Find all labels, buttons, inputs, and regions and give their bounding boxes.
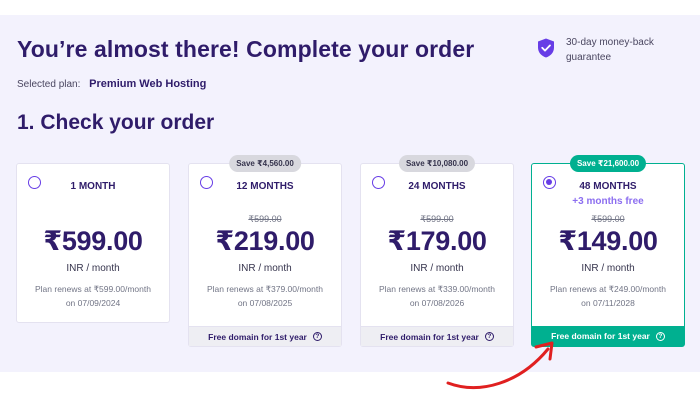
question-circle-icon[interactable]: ? [312, 332, 322, 341]
section-title: 1. Check your order [17, 111, 215, 134]
plan-duration: 1 MONTH [70, 181, 116, 192]
curved-arrow-annotation [446, 341, 554, 390]
free-domain-label: Free domain for 1st year [208, 331, 307, 342]
guarantee-text: 30-day money-back guarantee [566, 37, 654, 63]
plan-original-price: ₹599.00 [420, 214, 454, 224]
free-domain-label: Free domain for 1st year [551, 331, 650, 341]
plan-renewal-price: Plan renews at ₹599.00/month [35, 284, 151, 294]
plan-duration: 12 MONTHS [236, 181, 294, 192]
plan-original-price: ₹599.00 [248, 214, 282, 224]
plan-original-price: ₹599.00 [591, 214, 625, 224]
plan-card-48-months[interactable]: Save ₹21,600.00 48 MONTHS +3 months free… [531, 155, 685, 347]
plan-renewal-date: on 07/08/2026 [409, 298, 465, 308]
plan-price-unit: INR / month [66, 263, 120, 274]
plan-bonus: +3 months free [572, 196, 644, 207]
plan-renewal: Plan renews at ₹249.00/month on 07/11/20… [532, 282, 684, 310]
plan-renewal-date: on 07/09/2024 [65, 298, 121, 308]
free-domain-footer: Free domain for 1st year ? [189, 326, 341, 346]
selected-plan-name: Premium Web Hosting [89, 78, 207, 90]
plan-price-unit: INR / month [581, 263, 635, 274]
plan-price: ₹599.00 [43, 226, 143, 256]
plan-price: ₹219.00 [215, 226, 315, 256]
plan-renewal-date: on 07/11/2028 [581, 298, 635, 308]
plan-price: ₹179.00 [387, 226, 487, 256]
plan-card-12-months[interactable]: Save ₹4,560.00 12 MONTHS ₹599.00 ₹219.00… [188, 155, 342, 347]
selected-plan: Selected plan: Premium Web Hosting [17, 78, 206, 90]
selected-plan-label: Selected plan: [17, 79, 81, 90]
plan-renewal-price: Plan renews at ₹339.00/month [379, 284, 495, 294]
money-back-guarantee: 30-day money-back guarantee [537, 35, 676, 65]
plan-price-unit: INR / month [410, 263, 464, 274]
savings-badge: Save ₹21,600.00 [569, 155, 647, 172]
plan-renewal: Plan renews at ₹339.00/month on 07/08/20… [361, 282, 513, 310]
plan-renewal: Plan renews at ₹599.00/month on 07/09/20… [17, 282, 169, 310]
plan-price-unit: INR / month [238, 263, 292, 274]
plan-price: ₹149.00 [558, 226, 658, 256]
shield-check-icon [538, 38, 554, 58]
plan-card-24-months[interactable]: Save ₹10,080.00 24 MONTHS ₹599.00 ₹179.0… [360, 155, 514, 347]
savings-badge: Save ₹4,560.00 [229, 155, 301, 172]
plan-renewal-price: Plan renews at ₹249.00/month [550, 284, 666, 294]
plan-card-1-month[interactable]: 1 MONTH ₹599.00 INR / month Plan renews … [16, 163, 170, 323]
page-title: You’re almost there! Complete your order [17, 36, 475, 62]
plan-renewal-price: Plan renews at ₹379.00/month [207, 284, 323, 294]
savings-badge: Save ₹10,080.00 [398, 155, 476, 172]
plan-renewal: Plan renews at ₹379.00/month on 07/08/20… [189, 282, 341, 310]
question-circle-icon[interactable]: ? [655, 331, 665, 341]
plan-duration: 24 MONTHS [408, 181, 466, 192]
plan-renewal-date: on 07/08/2025 [237, 298, 293, 308]
plan-duration: 48 MONTHS [579, 181, 637, 192]
